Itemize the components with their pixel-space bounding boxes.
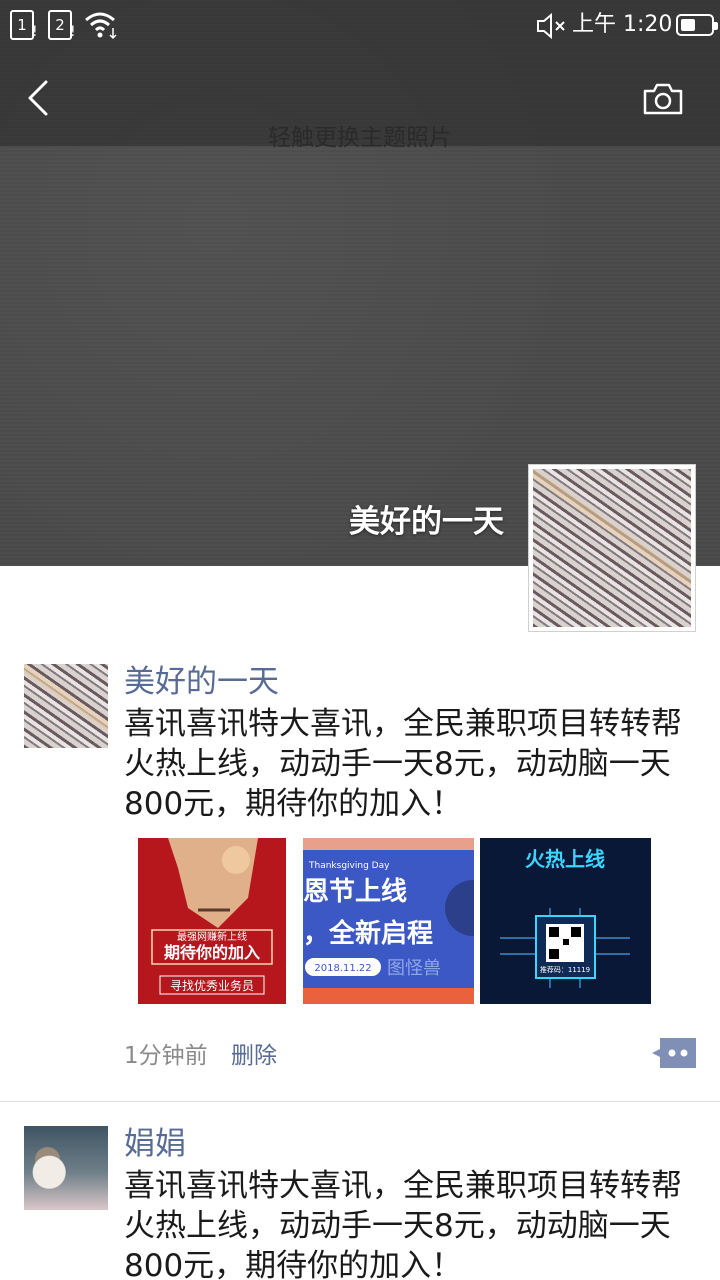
poster-date: 2018.11.22 — [314, 963, 371, 974]
post-avatar[interactable] — [24, 664, 108, 748]
avatar-image — [533, 469, 691, 627]
back-arrow-icon[interactable] — [24, 78, 54, 118]
poster-line-2: 期待你的加入 — [164, 943, 260, 962]
battery-icon — [676, 14, 718, 36]
poster-title: 火热上线 — [525, 847, 605, 871]
sim1-icon: 1 — [10, 10, 34, 40]
post-image-1[interactable]: 最强网赚新上线 期待你的加入 寻找优秀业务员 — [132, 838, 290, 1004]
cat-photo — [24, 1126, 108, 1210]
post-author[interactable]: 美好的一天 — [124, 662, 279, 702]
poster-watermark: 图怪兽 — [387, 958, 441, 979]
post-text: 喜讯喜讯特大喜讯，全民兼职项目转转帮火热上线，动动手一天8元，动动脑一天800元… — [124, 706, 682, 822]
avatar-image — [24, 664, 108, 748]
poster-headline-2: ，全新启程 — [303, 918, 433, 949]
sim2-icon: 2 — [48, 10, 72, 40]
comment-more-icon[interactable] — [652, 1038, 696, 1068]
camera-icon[interactable] — [642, 82, 684, 116]
post-divider — [0, 1101, 720, 1102]
recruit-poster-graphic: 最强网赚新上线 期待你的加入 寻找优秀业务员 — [138, 838, 286, 1004]
profile-avatar[interactable] — [528, 464, 696, 632]
poster-headline-1: 恩节上线 — [303, 877, 407, 907]
post-avatar[interactable] — [24, 1126, 108, 1210]
clock: 上午 1:20 — [572, 12, 673, 37]
poster-code: 推荐码：11119 — [540, 965, 590, 974]
post-author[interactable]: 娟娟 — [124, 1124, 186, 1164]
poster-line-3: 寻找优秀业务员 — [170, 978, 254, 993]
sim2-alert-icon: ! — [70, 24, 76, 40]
status-bar: 1 ! 2 ! 上午 1:20 — [0, 0, 720, 52]
thanksgiving-poster-graphic: Thanksgiving Day 恩节上线 ，全新启程 2018.11.22 图… — [303, 838, 474, 1004]
wifi-icon — [85, 12, 117, 40]
profile-name: 美好的一天 — [349, 504, 504, 540]
mute-icon — [537, 12, 565, 40]
post-image-2[interactable]: Thanksgiving Day 恩节上线 ，全新启程 2018.11.22 图… — [303, 838, 474, 1004]
tech-poster-graphic: 火热上线 推荐码：11119 — [480, 838, 651, 1004]
delete-link[interactable]: 删除 — [231, 1036, 277, 1070]
poster-english-title: Thanksgiving Day — [308, 861, 390, 871]
change-cover-hint[interactable]: 轻触更换主题照片 — [0, 118, 720, 152]
post-text: 喜讯喜讯特大喜讯，全民兼职项目转转帮火热上线，动动手一天8元，动动脑一天800元… — [124, 1168, 682, 1280]
sim1-alert-icon: ! — [32, 24, 38, 40]
post-time: 1分钟前 — [124, 1043, 208, 1069]
poster-line-1: 最强网赚新上线 — [177, 930, 247, 943]
post-image-3[interactable]: 火热上线 推荐码：11119 — [480, 838, 651, 1004]
